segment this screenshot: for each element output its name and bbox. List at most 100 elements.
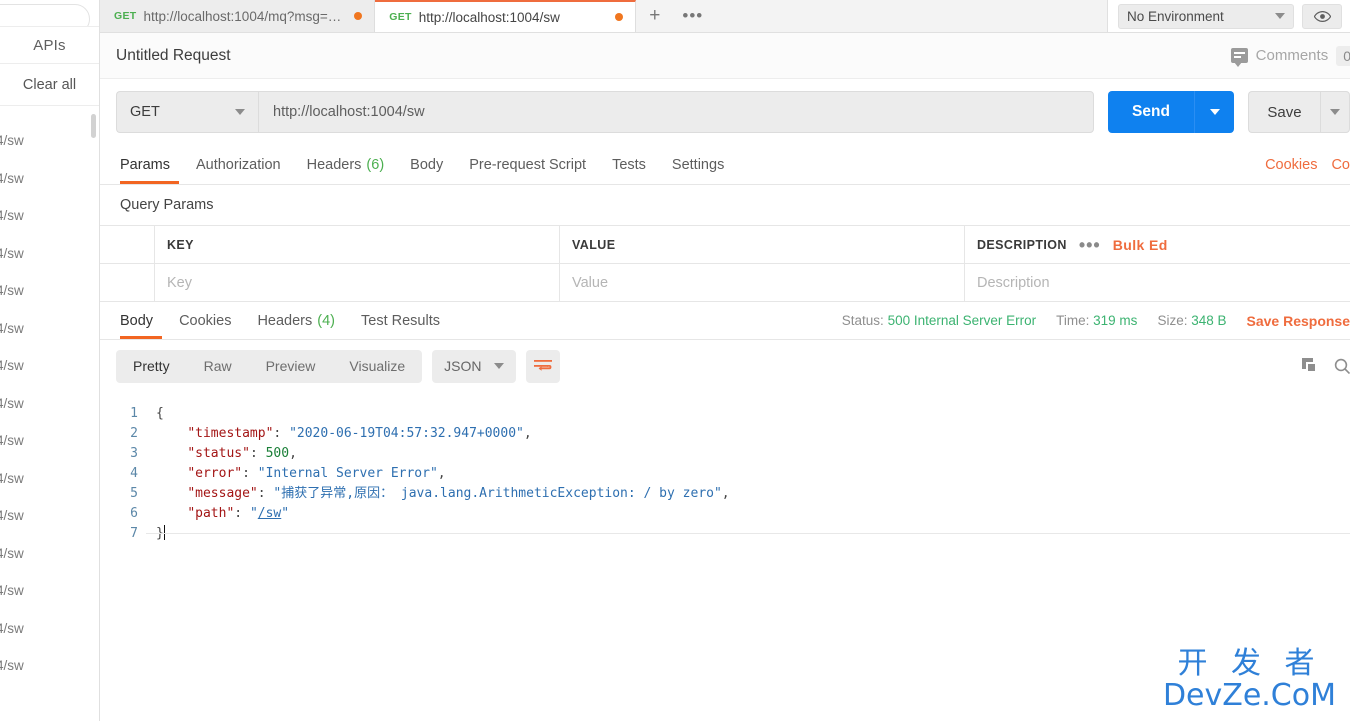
description-input[interactable]: Description — [965, 264, 1350, 301]
value-input[interactable]: Value — [560, 264, 965, 301]
tab-pre-request-script[interactable]: Pre-request Script — [456, 145, 599, 184]
tab-authorization[interactable]: Authorization — [183, 145, 294, 184]
environment-zone: No Environment — [1107, 0, 1350, 32]
json-token: : — [273, 426, 290, 441]
tab-label: Tests — [612, 156, 646, 173]
json-line: "status": 500, — [156, 444, 1350, 464]
json-code-body[interactable]: { "timestamp": "2020-06-19T04:57:32.947+… — [146, 392, 1350, 721]
line-number: 2 — [130, 426, 138, 441]
table-tools: ••• Bulk Ed — [1078, 234, 1168, 255]
history-item[interactable]: 4/sw — [0, 235, 99, 273]
response-section-tabs: Body Cookies Headers (4) Test Results St… — [100, 302, 1350, 340]
new-tab-button[interactable]: + — [635, 0, 674, 32]
response-tab-headers[interactable]: Headers (4) — [244, 302, 348, 339]
clear-all-label: Clear all — [22, 76, 77, 93]
save-button[interactable]: Save — [1248, 91, 1320, 133]
request-tab-strip: GET http://localhost:1004/mq?msg=… GET h… — [100, 0, 1350, 33]
code-link[interactable]: Co — [1331, 157, 1350, 173]
request-tab-active[interactable]: GET http://localhost:1004/sw — [375, 0, 636, 32]
response-format-selector[interactable]: JSON — [432, 349, 516, 383]
json-line: "error": "Internal Server Error", — [156, 464, 1350, 484]
history-item[interactable]: 4/sw — [0, 160, 99, 198]
view-mode-pretty[interactable]: Pretty — [116, 350, 187, 383]
json-token: "status" — [187, 446, 250, 461]
comments-button[interactable]: Comments 0 — [1230, 45, 1350, 67]
word-wrap-button[interactable] — [525, 349, 560, 383]
ellipsis-icon: ••• — [682, 6, 704, 25]
tab-settings[interactable]: Settings — [659, 145, 737, 184]
copy-icon[interactable] — [1302, 358, 1318, 374]
environment-quick-look-button[interactable] — [1302, 3, 1342, 29]
json-line: { — [156, 404, 1350, 424]
history-item[interactable]: 4/sw — [0, 422, 99, 460]
history-item[interactable]: 4/sw — [0, 572, 99, 610]
row-checkbox-cell[interactable] — [100, 264, 155, 301]
chevron-down-icon — [1275, 13, 1285, 19]
history-item[interactable]: 4/sw — [0, 272, 99, 310]
sidebar-search-input[interactable] — [0, 4, 90, 26]
history-item[interactable]: 4/sw — [0, 610, 99, 648]
json-line: "message": "捕获了异常,原因： java.lang.Arithmet… — [156, 484, 1350, 504]
response-tab-test-results[interactable]: Test Results — [348, 302, 453, 339]
key-input[interactable]: Key — [155, 264, 560, 301]
send-group: Send — [1108, 91, 1234, 133]
history-item[interactable]: 4/sw — [0, 647, 99, 685]
history-item[interactable]: 4/sw — [0, 197, 99, 235]
view-mode-preview[interactable]: Preview — [249, 350, 333, 383]
tab-params[interactable]: Params — [116, 145, 183, 184]
response-tab-body[interactable]: Body — [116, 302, 166, 339]
url-bar: GET http://localhost:1004/sw Send Save — [100, 79, 1350, 145]
json-token: : — [242, 466, 258, 481]
main-panel: GET http://localhost:1004/mq?msg=… GET h… — [100, 0, 1350, 721]
json-token: : — [257, 486, 274, 501]
tab-body[interactable]: Body — [397, 145, 456, 184]
response-body-viewer[interactable]: 1 2 3 4 5 6 7 { "timestamp": "2020-06-19… — [100, 392, 1350, 721]
time-value: 319 ms — [1093, 313, 1138, 328]
request-tab[interactable]: GET http://localhost:1004/mq?msg=… — [100, 0, 376, 32]
clear-all-button[interactable]: Clear all — [0, 64, 99, 106]
send-button[interactable]: Send — [1108, 91, 1194, 133]
status-label: Status: — [841, 313, 884, 328]
save-options-button[interactable] — [1320, 91, 1350, 133]
tab-options-button[interactable]: ••• — [673, 0, 712, 32]
history-item[interactable]: 4/sw — [0, 347, 99, 385]
tab-tests[interactable]: Tests — [599, 145, 659, 184]
response-tab-cookies[interactable]: Cookies — [166, 302, 244, 339]
http-method-selector[interactable]: GET — [116, 91, 258, 133]
history-list[interactable]: 4/sw 4/sw 4/sw 4/sw 4/sw 4/sw 4/sw 4/sw … — [0, 106, 99, 721]
view-mode-label: Pretty — [133, 358, 170, 374]
json-token: "path" — [187, 506, 235, 521]
send-options-button[interactable] — [1194, 91, 1234, 133]
tab-url-label: http://localhost:1004/mq?msg=… — [143, 8, 342, 24]
history-item[interactable]: 4/sw — [0, 310, 99, 348]
search-icon[interactable] — [1334, 358, 1350, 374]
history-item[interactable]: 4/sw — [0, 460, 99, 498]
json-token: 500 — [265, 446, 290, 461]
sidebar-tab-apis[interactable]: APIs — [0, 26, 99, 64]
response-view-modes: Pretty Raw Preview Visualize — [116, 349, 423, 383]
view-mode-label: Preview — [265, 358, 316, 374]
history-item[interactable]: 4/sw — [0, 122, 99, 160]
tab-headers[interactable]: Headers (6) — [294, 145, 398, 184]
sidebar-scrollbar[interactable] — [91, 114, 96, 138]
status-group: Status: 500 Internal Server Error — [842, 313, 1036, 328]
history-item[interactable]: 4/sw — [0, 385, 99, 423]
bulk-edit-link[interactable]: Bulk Ed — [1113, 237, 1168, 253]
cookies-link[interactable]: Cookies — [1265, 157, 1317, 173]
tab-label: Headers — [306, 156, 362, 173]
history-item[interactable]: 4/sw — [0, 497, 99, 535]
environment-selector[interactable]: No Environment — [1118, 3, 1294, 29]
size-value: 348 B — [1191, 313, 1227, 328]
view-mode-visualize[interactable]: Visualize — [332, 350, 422, 383]
tab-label: Body — [410, 156, 444, 173]
table-row[interactable]: Key Value Description — [100, 264, 1350, 302]
plus-icon: + — [649, 5, 661, 26]
tab-label: Test Results — [361, 312, 440, 329]
line-number: 5 — [130, 486, 138, 501]
save-response-button[interactable]: Save Response — [1247, 313, 1350, 329]
url-input[interactable]: http://localhost:1004/sw — [258, 91, 1094, 133]
view-mode-raw[interactable]: Raw — [187, 350, 249, 383]
history-item[interactable]: 4/sw — [0, 535, 99, 573]
